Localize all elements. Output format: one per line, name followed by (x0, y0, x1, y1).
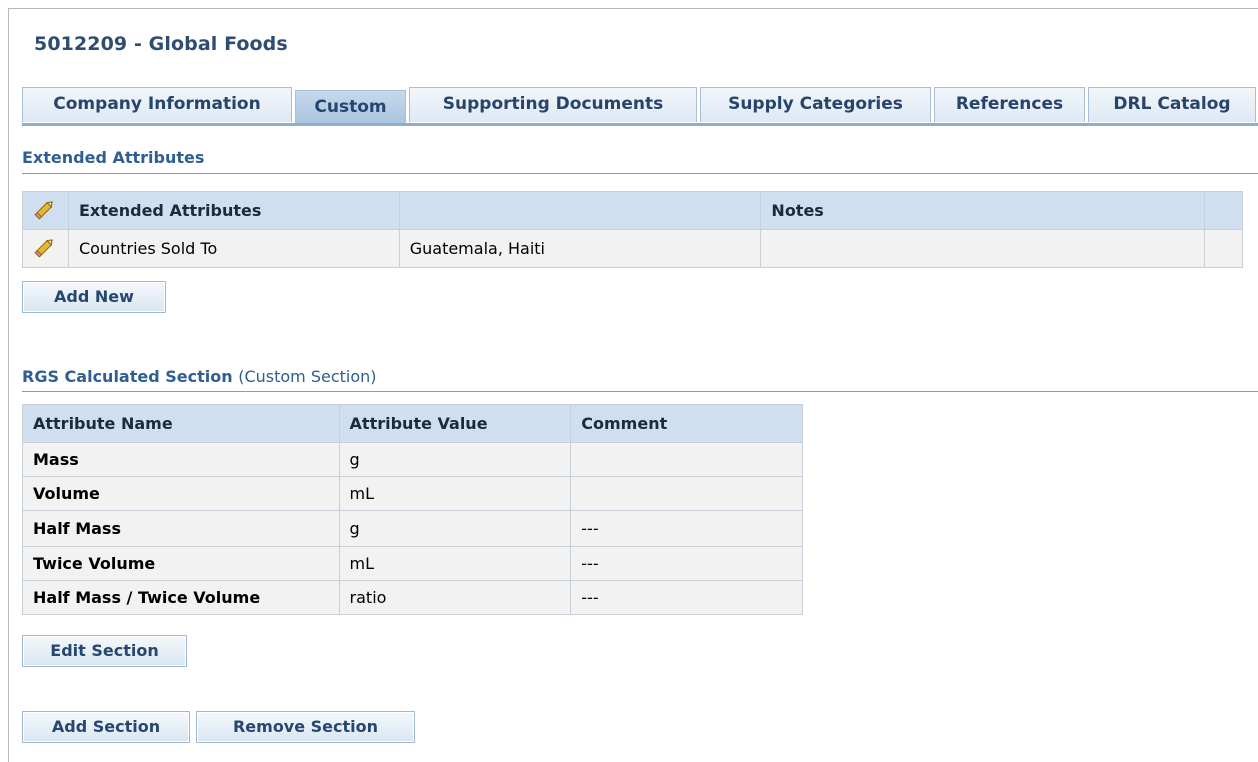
extended-attributes-heading: Extended Attributes (22, 148, 205, 167)
notes-cell (760, 229, 1205, 268)
table-row: Half Mass g --- (22, 510, 803, 547)
column-header-extended-attributes: Extended Attributes (67, 191, 400, 230)
rgs-section-rule (22, 391, 1258, 392)
attribute-name-cell: Volume (22, 476, 340, 511)
attribute-value-cell: ratio (338, 580, 572, 615)
table-row: Half Mass / Twice Volume ratio --- (22, 580, 803, 615)
attribute-name-cell: Half Mass (22, 510, 340, 547)
column-header-blank (1204, 191, 1243, 230)
value-cell: Guatemala, Haiti (398, 229, 762, 268)
column-header-notes: Notes (760, 191, 1205, 230)
table-header-row: Extended Attributes Notes (22, 191, 1243, 230)
pencil-icon[interactable] (34, 200, 56, 224)
rgs-section-heading: RGS Calculated Section (Custom Section) (22, 367, 377, 386)
table-row: Countries Sold To Guatemala, Haiti (22, 229, 1243, 268)
page-title: 5012209 - Global Foods (34, 33, 288, 55)
tab-drl-catalog[interactable]: DRL Catalog (1088, 87, 1256, 122)
add-section-button[interactable]: Add Section (22, 711, 190, 743)
attribute-value-cell: mL (338, 476, 572, 511)
column-header-comment: Comment (570, 404, 803, 443)
pencil-icon[interactable] (34, 238, 56, 262)
attribute-name-cell: Half Mass / Twice Volume (22, 580, 340, 615)
attribute-value-cell: g (338, 510, 572, 547)
edit-cell (22, 229, 69, 268)
comment-cell: --- (570, 580, 803, 615)
attribute-value-cell: mL (338, 546, 572, 581)
tab-underline (22, 123, 1258, 126)
rgs-table: Attribute Name Attribute Value Comment M… (22, 404, 803, 615)
attribute-name-cell: Twice Volume (22, 546, 340, 581)
table-row: Volume mL (22, 476, 803, 511)
table-row: Mass g (22, 442, 803, 477)
tab-supporting-documents[interactable]: Supporting Documents (409, 87, 697, 122)
rgs-section-subtitle: (Custom Section) (238, 367, 377, 386)
frame-border-top (8, 8, 1258, 9)
attribute-cell: Countries Sold To (67, 229, 400, 268)
column-header-value (398, 191, 762, 230)
edit-section-button[interactable]: Edit Section (22, 635, 187, 667)
remove-section-button[interactable]: Remove Section (196, 711, 415, 743)
edit-column-header (22, 191, 69, 230)
rgs-section-title: RGS Calculated Section (22, 367, 233, 386)
tab-custom[interactable]: Custom (295, 90, 406, 124)
tab-supply-categories[interactable]: Supply Categories (700, 87, 931, 122)
column-header-attribute-name: Attribute Name (22, 404, 340, 443)
extended-attributes-rule (22, 173, 1258, 174)
table-header-row: Attribute Name Attribute Value Comment (22, 404, 803, 443)
attribute-value-cell: g (338, 442, 572, 477)
comment-cell (570, 442, 803, 477)
blank-cell (1204, 229, 1243, 268)
comment-cell (570, 476, 803, 511)
attribute-name-cell: Mass (22, 442, 340, 477)
extended-attributes-table: Extended Attributes Notes Countries Sold… (22, 191, 1243, 268)
comment-cell: --- (570, 510, 803, 547)
tab-references[interactable]: References (934, 87, 1085, 122)
frame-border-left (8, 8, 9, 762)
comment-cell: --- (570, 546, 803, 581)
table-row: Twice Volume mL --- (22, 546, 803, 581)
add-new-button[interactable]: Add New (22, 281, 166, 313)
tab-company-information[interactable]: Company Information (22, 87, 292, 122)
column-header-attribute-value: Attribute Value (338, 404, 572, 443)
